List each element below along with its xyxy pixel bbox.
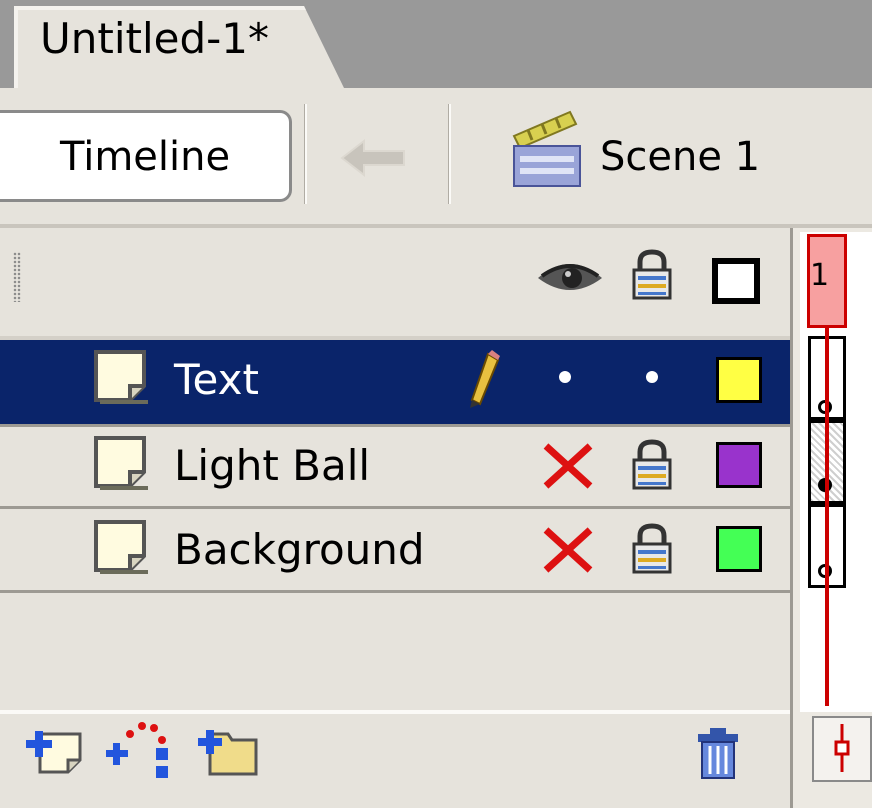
separator xyxy=(304,104,307,204)
lock-icon[interactable] xyxy=(630,248,674,300)
current-frame-number: 1 xyxy=(810,258,830,293)
timeline-toggle-label: Timeline xyxy=(60,134,231,180)
pencil-icon xyxy=(470,350,500,408)
delete-layer-trash-icon[interactable] xyxy=(696,726,740,780)
hidden-x-icon[interactable] xyxy=(540,440,596,492)
lock-icon[interactable] xyxy=(630,438,674,490)
center-frame-icon xyxy=(834,724,850,772)
visibility-dot-icon[interactable] xyxy=(559,371,571,383)
lock-icon[interactable] xyxy=(630,522,674,574)
hidden-x-icon[interactable] xyxy=(540,524,596,576)
back-arrow-icon[interactable] xyxy=(334,133,416,183)
outline-toggle-icon[interactable] xyxy=(712,258,760,304)
add-motion-guide-icon[interactable] xyxy=(104,716,178,784)
document-tab-title: Untitled-1* xyxy=(40,14,270,63)
drag-grip-icon[interactable] xyxy=(13,252,21,302)
layer-icon xyxy=(94,436,148,490)
layer-name[interactable]: Light Ball xyxy=(174,441,370,490)
layer-color-swatch[interactable] xyxy=(716,526,762,572)
insert-layer-icon[interactable] xyxy=(22,722,86,778)
layer-color-swatch[interactable] xyxy=(716,357,762,403)
insert-layer-folder-icon[interactable] xyxy=(194,720,260,778)
eye-icon[interactable] xyxy=(536,254,604,298)
layer-name[interactable]: Text xyxy=(174,355,259,404)
playhead-line xyxy=(825,328,829,706)
lock-dot-icon[interactable] xyxy=(646,371,658,383)
layer-color-swatch[interactable] xyxy=(716,442,762,488)
layers-empty-area xyxy=(0,590,790,710)
separator xyxy=(448,104,451,204)
scene-clapperboard-icon xyxy=(512,110,581,187)
layer-icon xyxy=(94,350,148,404)
layer-icon xyxy=(94,520,148,574)
layer-name[interactable]: Background xyxy=(174,525,425,574)
scene-label[interactable]: Scene 1 xyxy=(600,134,760,180)
